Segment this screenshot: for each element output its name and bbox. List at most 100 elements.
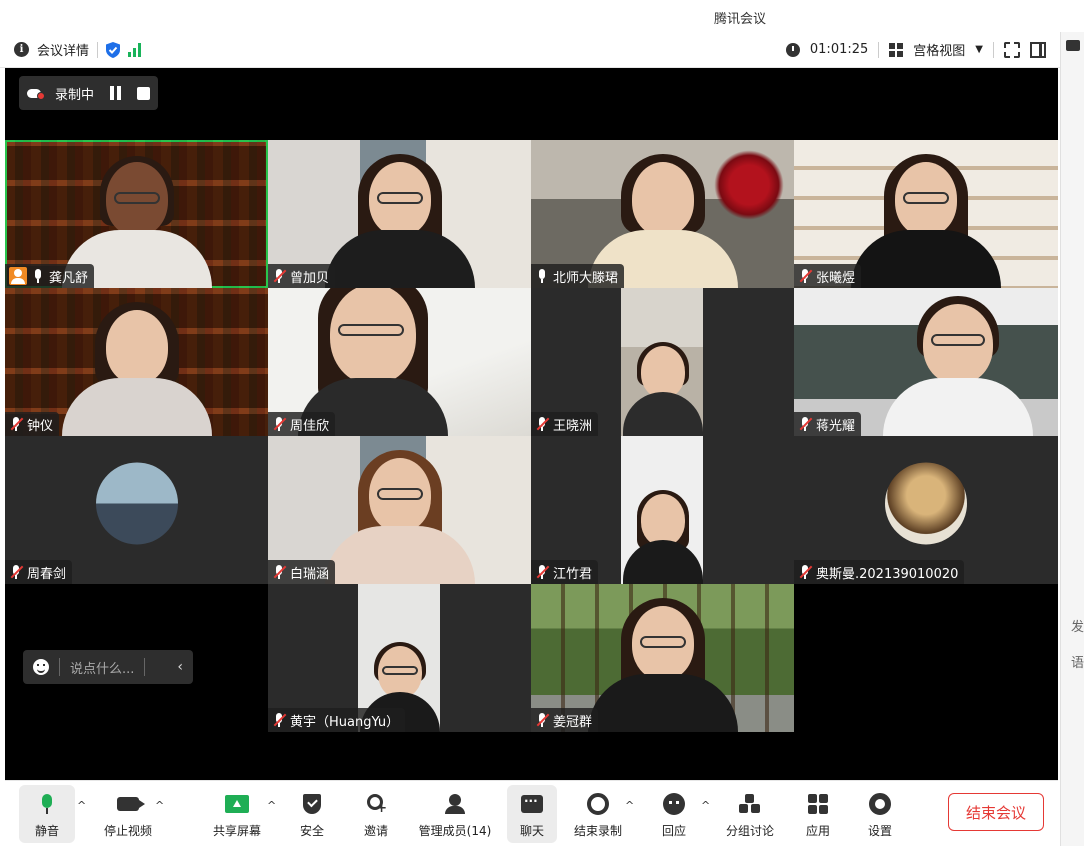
video-tile[interactable]: 黄宇（HuangYu） — [268, 584, 531, 732]
emoji-icon[interactable] — [33, 659, 49, 675]
mic-muted-icon — [535, 712, 550, 728]
stop-video-label: 停止视频 — [103, 823, 152, 838]
participant-name: 周春剑 — [27, 566, 67, 582]
reaction-icon — [663, 792, 685, 815]
settings-button[interactable]: 设置 — [857, 785, 903, 843]
share-screen-icon — [225, 794, 249, 813]
video-tile[interactable]: 曾加贝 — [268, 140, 531, 288]
add-user-icon — [365, 793, 387, 816]
participant-name-tag: 蒋光耀 — [794, 412, 862, 436]
recording-indicator: 录制中 — [19, 76, 159, 110]
video-tile[interactable]: 北师大滕珺 — [531, 140, 794, 288]
chevron-up-icon[interactable]: ^ — [155, 799, 164, 812]
clock-icon — [785, 42, 800, 57]
video-tile[interactable]: 周春剑 — [5, 436, 268, 584]
participant-name-tag: 周春剑 — [5, 560, 73, 584]
mute-label: 静音 — [34, 823, 59, 838]
gear-icon — [869, 792, 891, 815]
participant-name: 曾加贝 — [290, 270, 330, 286]
chevron-left-icon[interactable]: ‹ — [177, 659, 183, 675]
microphone-icon — [41, 793, 53, 814]
share-screen-button[interactable]: 共享屏幕 — [203, 785, 271, 843]
participant-avatar — [885, 462, 967, 545]
meeting-toolbar: 静音 ^ 停止视频 ^ 共享屏幕 ^ 安全 邀请 管理成员(14) 聊天 结束录… — [5, 780, 1058, 846]
apps-icon — [808, 793, 828, 814]
video-tile[interactable]: 钟仪 — [5, 288, 268, 436]
participant-name-tag: 龚凡舒 — [5, 264, 95, 288]
shield-icon — [303, 793, 321, 814]
end-recording-button[interactable]: 结束录制 — [565, 785, 631, 843]
host-icon — [9, 267, 27, 285]
chat-button[interactable]: 聊天 — [507, 785, 557, 843]
manage-members-button[interactable]: 管理成员(14) — [411, 785, 499, 843]
participant-name-tag: 王晓洲 — [531, 412, 599, 436]
participant-name: 张曦煜 — [816, 270, 856, 286]
breakout-icon — [739, 793, 761, 814]
mic-muted-icon — [535, 416, 550, 432]
meeting-details-button[interactable]: 会议详情 — [37, 40, 89, 59]
divider — [144, 658, 146, 676]
stop-recording-icon[interactable] — [137, 86, 151, 100]
divider — [878, 41, 880, 58]
fullscreen-icon[interactable] — [1004, 41, 1020, 58]
side-panel-toggle-icon[interactable] — [1030, 41, 1046, 58]
chevron-down-icon[interactable]: ▼ — [975, 44, 983, 55]
participant-name: 王晓洲 — [553, 418, 593, 434]
video-tile[interactable]: 龚凡舒 — [5, 140, 268, 288]
invite-button[interactable]: 邀请 — [353, 785, 399, 843]
share-screen-label: 共享屏幕 — [212, 823, 261, 838]
mic-muted-icon — [535, 564, 550, 580]
side-panel-text: 语 — [1071, 656, 1084, 671]
network-signal-icon[interactable] — [128, 42, 142, 57]
video-tile[interactable]: 白瑞涵 — [268, 436, 531, 584]
chat-panel-icon[interactable] — [1066, 40, 1080, 51]
chat-icon — [521, 794, 543, 813]
participant-name: 姜冠群 — [553, 714, 593, 730]
end-meeting-button[interactable]: 结束会议 — [948, 793, 1044, 831]
security-label: 安全 — [299, 823, 324, 838]
participant-video — [324, 154, 475, 288]
chevron-up-icon[interactable]: ^ — [701, 799, 710, 812]
mic-on-icon — [535, 268, 549, 284]
video-tile[interactable]: 蒋光耀 — [794, 288, 1058, 436]
participant-video — [882, 296, 1033, 436]
pause-recording-icon[interactable] — [110, 86, 122, 100]
members-icon — [443, 793, 467, 814]
chevron-up-icon[interactable]: ^ — [267, 799, 276, 812]
security-shield-icon[interactable] — [106, 41, 121, 58]
mic-muted-icon — [272, 268, 287, 284]
mic-muted-icon — [272, 564, 287, 580]
participant-avatar — [95, 462, 178, 545]
breakout-rooms-button[interactable]: 分组讨论 — [717, 785, 783, 843]
participant-name-tag: 白瑞涵 — [268, 560, 336, 584]
video-tile[interactable]: 周佳欣 — [268, 288, 531, 436]
participant-name: 龚凡舒 — [49, 270, 89, 286]
participant-video — [622, 490, 703, 584]
chat-quick-input[interactable]: 说点什么... ‹ — [23, 650, 193, 684]
apps-label: 应用 — [805, 823, 830, 838]
react-button[interactable]: 回应 — [651, 785, 697, 843]
divider — [97, 41, 99, 58]
video-tile[interactable]: 张曦煜 — [794, 140, 1058, 288]
side-panel: 发 语 — [1060, 32, 1084, 846]
chevron-up-icon[interactable]: ^ — [625, 799, 634, 812]
video-tile[interactable]: 王晓洲 — [531, 288, 794, 436]
info-icon: i — [14, 42, 29, 57]
chevron-up-icon[interactable]: ^ — [77, 799, 86, 812]
video-tile[interactable]: 姜冠群 — [531, 584, 794, 732]
view-mode-dropdown[interactable]: 宫格视图 — [913, 40, 965, 59]
participant-name-tag: 曾加贝 — [268, 264, 336, 288]
settings-label: 设置 — [867, 823, 892, 838]
participant-name: 钟仪 — [27, 418, 54, 434]
mute-button[interactable]: 静音 — [19, 785, 75, 843]
stop-video-button[interactable]: 停止视频 — [93, 785, 163, 843]
video-tile[interactable]: 奥斯曼.202139010020 — [794, 436, 1058, 584]
security-button[interactable]: 安全 — [289, 785, 335, 843]
video-tile[interactable]: 江竹君 — [531, 436, 794, 584]
mic-muted-icon — [272, 712, 287, 728]
chat-placeholder: 说点什么... — [70, 661, 135, 677]
participant-video — [851, 154, 1001, 288]
participant-video — [324, 450, 475, 584]
camera-icon — [117, 796, 145, 811]
apps-button[interactable]: 应用 — [795, 785, 841, 843]
